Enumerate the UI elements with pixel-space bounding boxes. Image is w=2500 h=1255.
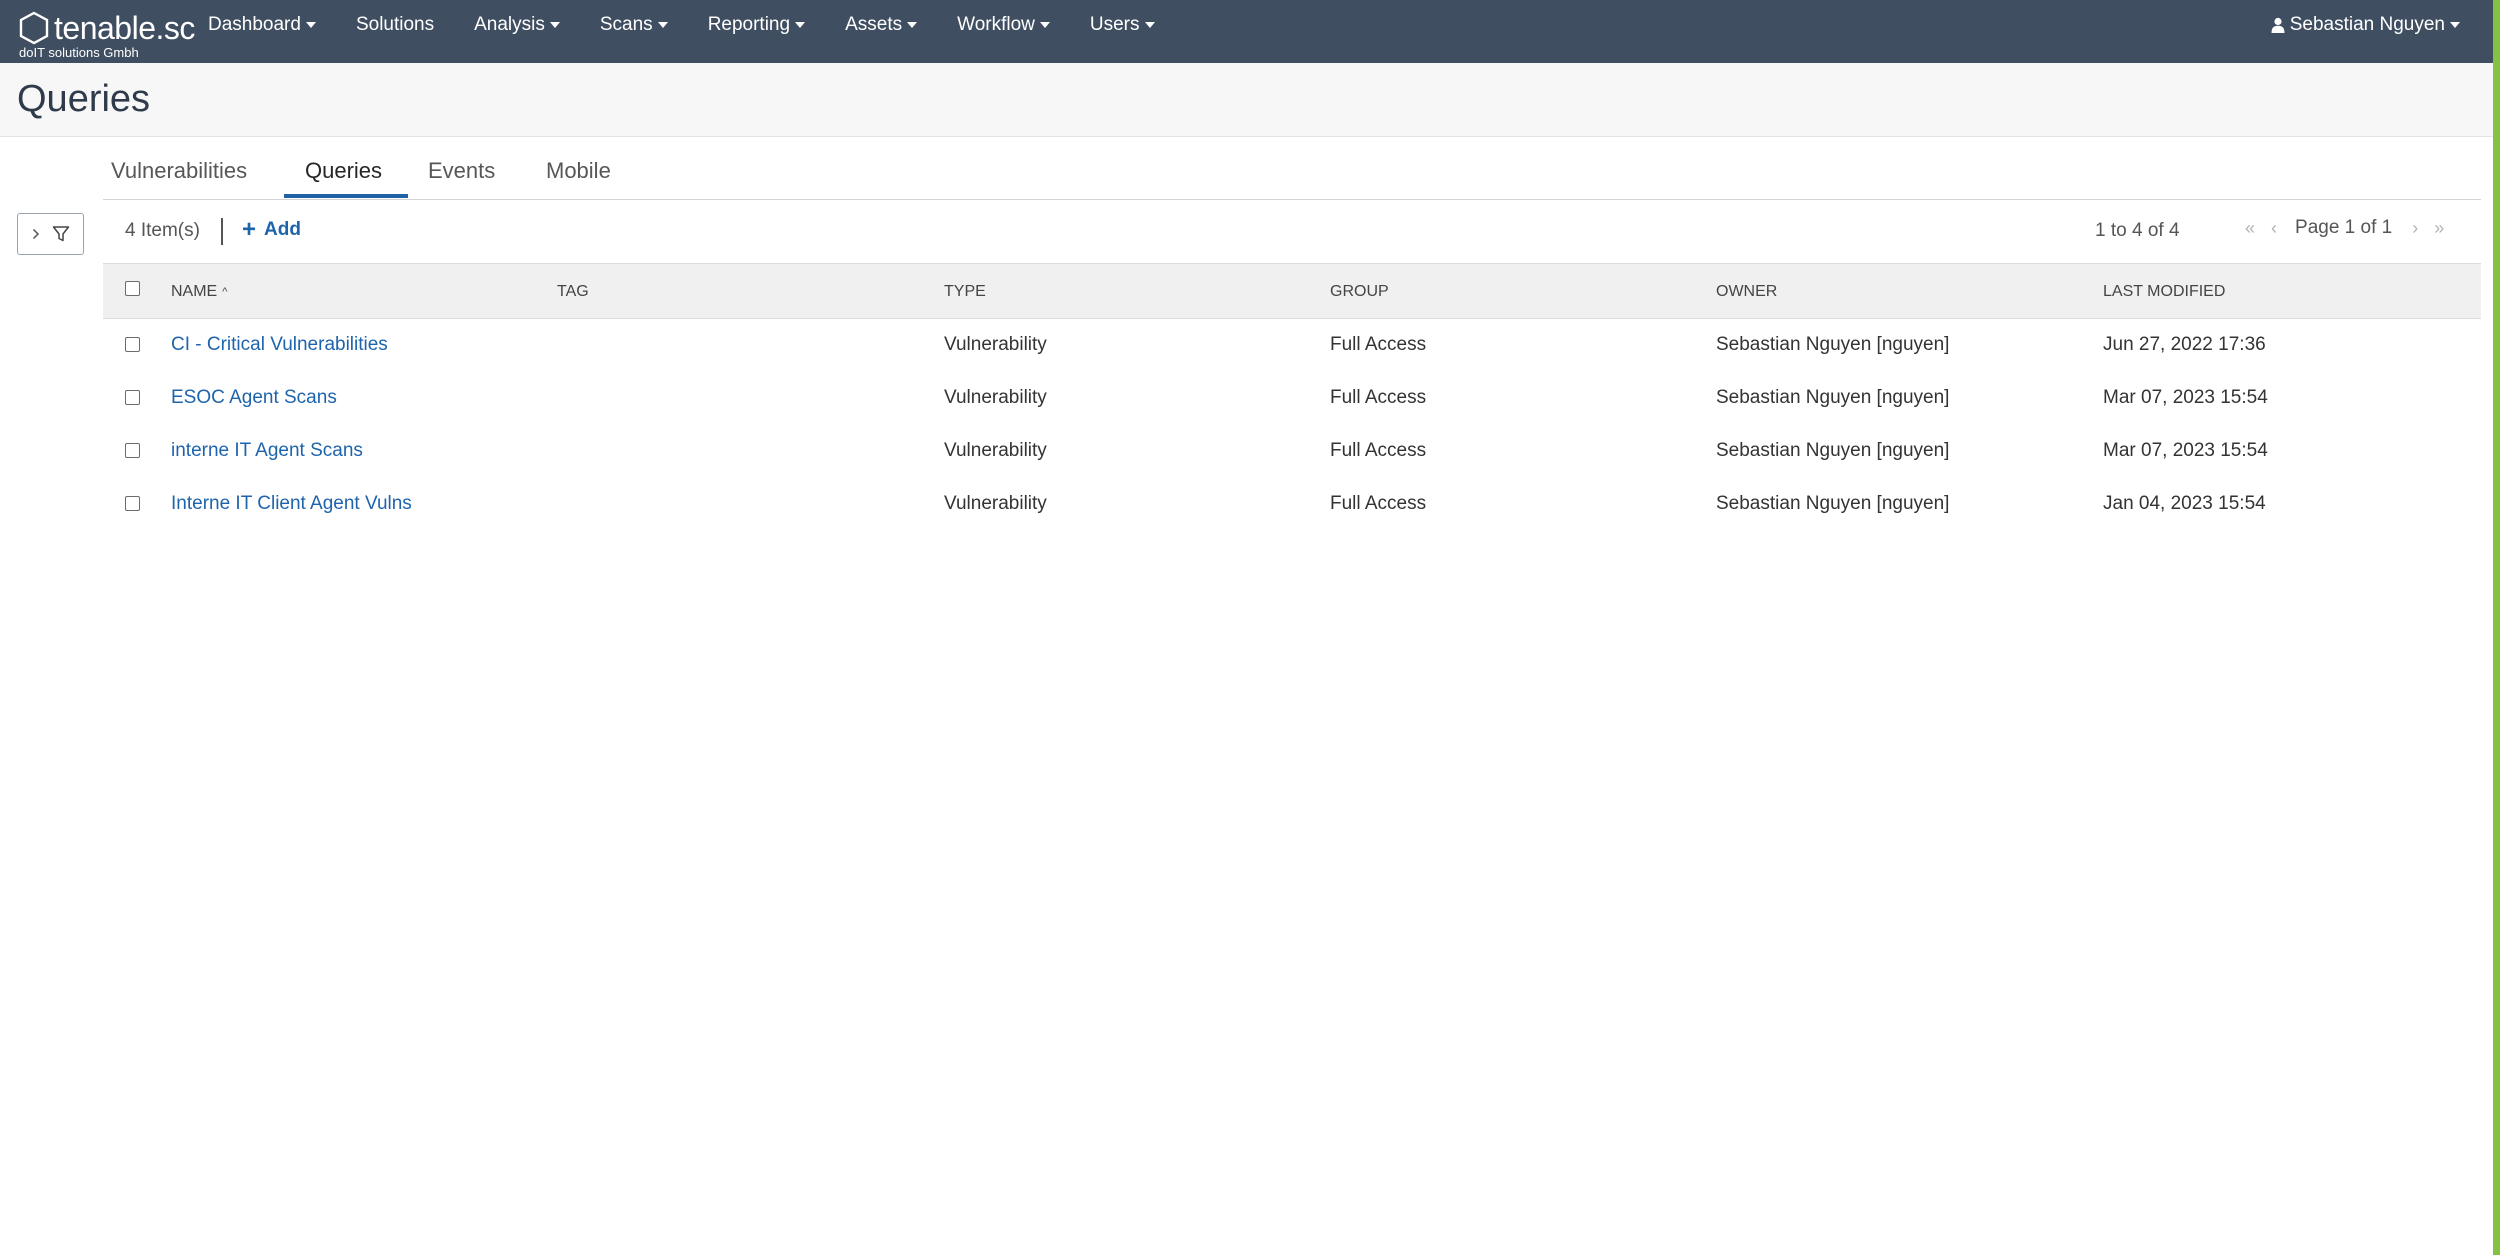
tab-events[interactable]: Events	[428, 158, 495, 198]
query-last-modified: Jun 27, 2022 17:36	[2103, 334, 2266, 355]
query-last-modified: Jan 04, 2023 15:54	[2103, 493, 2266, 514]
row-checkbox[interactable]	[125, 337, 140, 352]
query-owner: Sebastian Nguyen [nguyen]	[1716, 334, 1950, 355]
nav-item-label: Assets	[845, 14, 903, 35]
query-group: Full Access	[1330, 493, 1427, 514]
query-type: Vulnerability	[944, 440, 1047, 461]
plus-icon: +	[242, 216, 257, 243]
column-header-name[interactable]: Name ^	[171, 283, 227, 301]
nav-item-workflow[interactable]: Workflow	[957, 0, 1050, 50]
page-title: Queries	[17, 78, 151, 120]
tab-vulnerabilities[interactable]: Vulnerabilities	[111, 158, 247, 198]
row-checkbox[interactable]	[125, 390, 140, 405]
next-page-icon[interactable]: ›	[2412, 218, 2418, 239]
column-header-tag[interactable]: Tag	[557, 283, 589, 301]
user-name: Sebastian Nguyen	[2289, 14, 2445, 35]
caret-down-icon	[907, 22, 918, 28]
window-edge	[2493, 0, 2500, 1255]
query-type: Vulnerability	[944, 493, 1047, 514]
caret-down-icon	[549, 22, 560, 28]
toolbar-divider	[221, 218, 223, 245]
main-menu: Dashboard Solutions Analysis Scans Repor…	[208, 0, 1195, 50]
caret-down-icon	[795, 22, 806, 28]
table-row[interactable]: Interne IT Client Agent Vulns Vulnerabil…	[103, 478, 2481, 531]
table-row[interactable]: interne IT Agent Scans Vulnerability Ful…	[103, 425, 2481, 478]
chevron-right-icon	[32, 228, 39, 240]
query-owner: Sebastian Nguyen [nguyen]	[1716, 493, 1950, 514]
query-name-link[interactable]: ESOC Agent Scans	[171, 387, 337, 409]
row-checkbox[interactable]	[125, 443, 140, 458]
nav-item-analysis[interactable]: Analysis	[474, 0, 560, 50]
query-name-link[interactable]: interne IT Agent Scans	[171, 440, 363, 462]
tenable-logo-icon	[19, 11, 49, 45]
table-header: Name ^ Tag Type Group Owner Last Modified	[103, 263, 2481, 319]
first-page-icon[interactable]: «	[2245, 218, 2255, 239]
user-icon	[2271, 17, 2285, 33]
nav-item-users[interactable]: Users	[1090, 0, 1155, 50]
query-type: Vulnerability	[944, 334, 1047, 355]
query-owner: Sebastian Nguyen [nguyen]	[1716, 440, 1950, 461]
column-name-label: Name	[171, 283, 218, 300]
user-menu[interactable]: Sebastian Nguyen	[2271, 0, 2460, 50]
list-toolbar: 4 Item(s) + Add 1 to 4 of 4 « ‹ Page 1 o…	[103, 203, 2481, 263]
query-name-link[interactable]: CI - Critical Vulnerabilities	[171, 334, 388, 356]
filter-icon	[52, 226, 69, 242]
queries-table: Name ^ Tag Type Group Owner Last Modified…	[103, 263, 2481, 531]
nav-item-label: Users	[1089, 14, 1140, 35]
table-row[interactable]: ESOC Agent Scans Vulnerability Full Acce…	[103, 372, 2481, 425]
items-count: 4 Item(s)	[125, 220, 200, 241]
tab-queries[interactable]: Queries	[305, 158, 382, 198]
caret-down-icon	[1144, 22, 1155, 28]
caret-down-icon	[657, 22, 668, 28]
select-all-checkbox[interactable]	[125, 281, 140, 296]
query-name-link[interactable]: Interne IT Client Agent Vulns	[171, 493, 412, 515]
query-last-modified: Mar 07, 2023 15:54	[2103, 440, 2268, 461]
page-indicator: Page 1 of 1	[2295, 217, 2393, 238]
nav-item-reporting[interactable]: Reporting	[707, 0, 806, 50]
column-header-group[interactable]: Group	[1330, 283, 1389, 301]
top-nav: tenable.sc doIT solutions Gmbh Dashboard…	[0, 0, 2493, 63]
nav-item-label: Workflow	[957, 14, 1035, 35]
nav-item-label: Analysis	[474, 14, 545, 35]
previous-page-icon[interactable]: ‹	[2271, 218, 2277, 239]
sort-ascending-icon: ^	[222, 285, 228, 298]
caret-down-icon	[1039, 22, 1050, 28]
query-type-tabs: Vulnerabilities Queries Events Mobile	[103, 150, 2481, 200]
nav-item-label: Dashboard	[208, 14, 301, 35]
add-button[interactable]: + Add	[242, 218, 301, 242]
nav-item-assets[interactable]: Assets	[845, 0, 918, 50]
page-header: Queries	[0, 63, 2493, 137]
nav-item-dashboard[interactable]: Dashboard	[208, 0, 316, 50]
app-logo[interactable]: tenable.sc doIT solutions Gmbh	[16, 8, 196, 60]
nav-item-label: Scans	[599, 14, 653, 35]
nav-item-solutions[interactable]: Solutions	[356, 0, 434, 50]
nav-item-label: Reporting	[707, 14, 791, 35]
active-tab-indicator	[284, 194, 408, 198]
result-range: 1 to 4 of 4	[2095, 220, 2180, 241]
add-button-label: Add	[264, 219, 301, 240]
caret-down-icon	[2450, 22, 2460, 28]
column-header-last-modified[interactable]: Last Modified	[2103, 283, 2225, 301]
row-checkbox[interactable]	[125, 496, 140, 511]
nav-item-scans[interactable]: Scans	[600, 0, 668, 50]
last-page-icon[interactable]: »	[2434, 218, 2444, 239]
query-group: Full Access	[1330, 440, 1427, 461]
pagination: « ‹ Page 1 of 1 › »	[2245, 217, 2444, 239]
query-group: Full Access	[1330, 387, 1427, 408]
query-group: Full Access	[1330, 334, 1427, 355]
logo-text: tenable.sc	[54, 10, 195, 46]
query-last-modified: Mar 07, 2023 15:54	[2103, 387, 2268, 408]
query-type: Vulnerability	[944, 387, 1047, 408]
column-header-type[interactable]: Type	[944, 283, 986, 301]
query-owner: Sebastian Nguyen [nguyen]	[1716, 387, 1950, 408]
filter-toggle-button[interactable]	[17, 213, 84, 255]
column-header-owner[interactable]: Owner	[1716, 283, 1777, 301]
org-name: doIT solutions Gmbh	[19, 45, 139, 60]
table-row[interactable]: CI - Critical Vulnerabilities Vulnerabil…	[103, 319, 2481, 372]
caret-down-icon	[305, 22, 316, 28]
nav-item-label: Solutions	[355, 14, 435, 35]
tab-mobile[interactable]: Mobile	[546, 158, 611, 198]
